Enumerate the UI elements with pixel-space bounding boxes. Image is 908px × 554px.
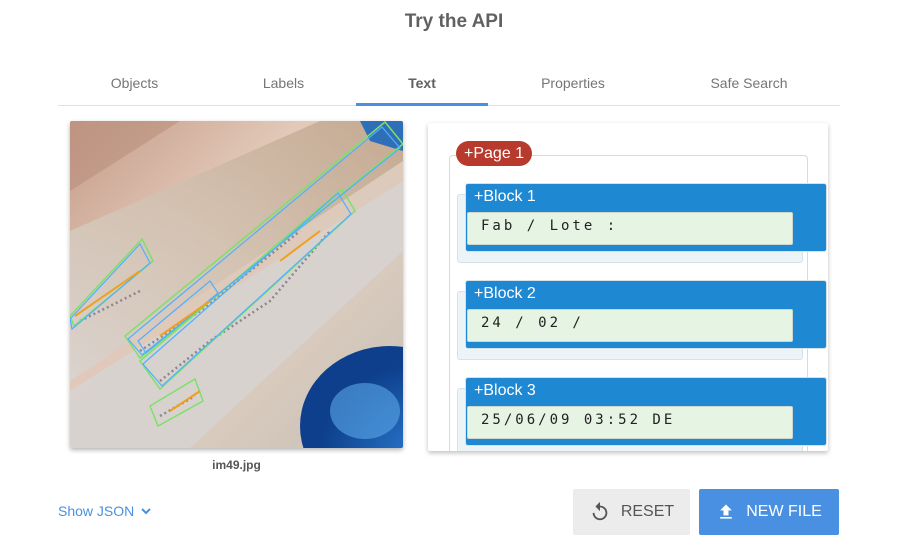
tab-safe-search[interactable]: Safe Search (658, 60, 840, 105)
chevron-down-icon (141, 508, 151, 515)
new-file-button[interactable]: NEW FILE (699, 489, 839, 535)
text-block[interactable]: +Block 2 24 / 02 / (457, 280, 827, 360)
page-title: Try the API (404, 11, 504, 32)
upload-icon (720, 504, 733, 519)
block-text: 25/06/09 03:52 DE (467, 406, 793, 439)
page-label[interactable]: +Page 1 (456, 141, 533, 166)
show-json-toggle[interactable]: Show JSON (58, 503, 154, 519)
refresh-icon (592, 501, 608, 521)
block-text: Fab / Lote : (467, 212, 793, 245)
annotated-photo (70, 121, 403, 448)
page-container: +Block 1 Fab / Lote : +Block 2 24 / 02 /… (449, 155, 827, 451)
reset-button[interactable]: RESET (573, 489, 690, 535)
tab-properties[interactable]: Properties (488, 60, 658, 105)
text-block[interactable]: +Block 1 Fab / Lote : (457, 183, 827, 263)
text-block[interactable]: +Block 3 25/06/09 03:52 DE (457, 377, 827, 451)
tab-text[interactable]: Text (356, 60, 488, 106)
tab-objects[interactable]: Objects (58, 60, 211, 105)
image-filename: im49.jpg (212, 458, 261, 472)
tab-bar: Objects Labels Text Properties Safe Sear… (58, 60, 840, 106)
reset-label: RESET (620, 503, 675, 520)
uploaded-image (70, 121, 403, 448)
tab-labels[interactable]: Labels (211, 60, 356, 105)
text-results-panel[interactable]: +Block 1 Fab / Lote : +Block 2 24 / 02 /… (428, 123, 828, 451)
show-json-label: Show JSON (58, 503, 135, 519)
new-file-label: NEW FILE (746, 503, 822, 520)
block-text: 24 / 02 / (467, 309, 793, 342)
